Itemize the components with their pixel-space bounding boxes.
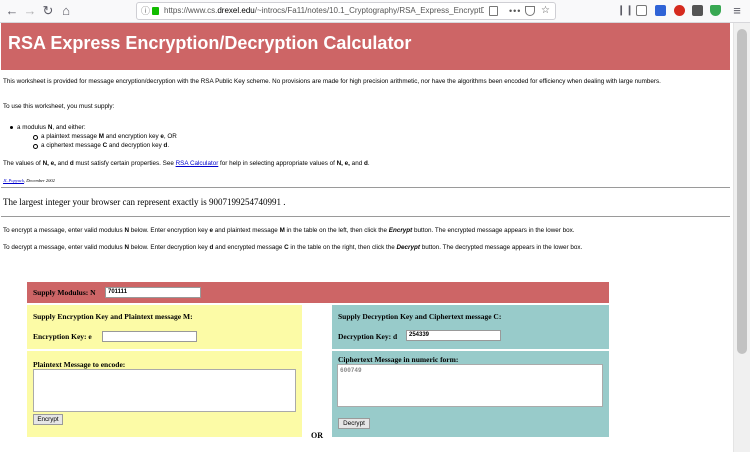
plaintext-textarea[interactable] [33, 369, 296, 412]
modulus-input[interactable]: 701111 [105, 287, 201, 298]
largest-integer-text: The largest integer your browser can rep… [3, 197, 286, 207]
or-label: OR [311, 431, 323, 440]
rsa-calculator-link[interactable]: RSA Calculator [176, 160, 219, 167]
supply-intro: To use this worksheet, you must supply: [3, 103, 115, 110]
ciphertext-label: Ciphertext Message in numeric form: [338, 355, 459, 364]
encrypt-button[interactable]: Encrypt [33, 414, 63, 425]
decrypt-instructions: To decrypt a message, enter valid modulu… [3, 244, 583, 251]
reader-view-icon[interactable] [489, 6, 498, 16]
decrypt-key-panel: Supply Decryption Key and Ciphertext mes… [332, 305, 609, 349]
plaintext-panel: Plaintext Message to encode: Encrypt [27, 351, 302, 437]
reload-icon[interactable]: ↻ [40, 3, 56, 19]
library-icon[interactable]: ❙❙ [617, 3, 634, 19]
extension-dark-icon[interactable] [692, 5, 703, 16]
page-scrollbar[interactable] [733, 23, 750, 452]
intro-text: This worksheet is provided for message e… [3, 78, 661, 85]
back-arrow-icon[interactable]: ← [4, 3, 20, 19]
decryption-key-input[interactable]: 254339 [406, 330, 501, 341]
sidebar-icon[interactable] [636, 5, 647, 16]
extension-shield-icon[interactable] [710, 5, 721, 16]
author-link[interactable]: JL Popyack [3, 178, 24, 183]
decrypt-header: Supply Decryption Key and Ciphertext mes… [338, 312, 502, 321]
page-title: RSA Express Encryption/Decryption Calcul… [1, 23, 730, 70]
url-bar[interactable]: ⓘ https://www.cs.drexel.edu/~introcs/Fa1… [136, 2, 556, 20]
modulus-label: Supply Modulus: N [33, 288, 96, 297]
divider [1, 187, 730, 188]
browser-toolbar: ← → ↻ ⌂ ⓘ https://www.cs.drexel.edu/~int… [0, 0, 750, 23]
encrypt-instructions: To encrypt a message, enter valid modulu… [3, 227, 575, 234]
decrypt-button[interactable]: Decrypt [338, 418, 370, 429]
modulus-row: Supply Modulus: N 701111 [27, 282, 609, 303]
forward-arrow-icon[interactable]: → [22, 3, 38, 19]
extension-red-icon[interactable] [674, 5, 685, 16]
lock-icon [152, 7, 159, 15]
divider [1, 216, 730, 217]
decrypt-key-label: Decryption Key: d [338, 332, 398, 341]
values-text: The values of N, e, and d must satisfy c… [3, 160, 370, 167]
encrypt-key-panel: Supply Encryption Key and Plaintext mess… [27, 305, 302, 349]
home-icon[interactable]: ⌂ [58, 3, 74, 19]
bullet-plaintext: a plaintext message M and encryption key… [33, 133, 177, 140]
url-text[interactable]: https://www.cs.drexel.edu/~introcs/Fa11/… [164, 3, 484, 19]
plaintext-label: Plaintext Message to encode: [33, 360, 126, 369]
menu-icon[interactable]: ≡ [729, 3, 745, 19]
info-icon[interactable]: ⓘ [141, 3, 150, 19]
signature: JL Popyack, December 2002 [3, 178, 55, 183]
ciphertext-textarea[interactable]: 600749 [337, 364, 603, 407]
bookmark-star-icon[interactable]: ☆ [541, 3, 550, 19]
extension-blue-icon[interactable] [655, 5, 666, 16]
encrypt-header: Supply Encryption Key and Plaintext mess… [33, 312, 193, 321]
pocket-icon[interactable] [525, 6, 535, 16]
encryption-key-input[interactable] [102, 331, 197, 342]
page-actions-icon[interactable]: ••• [509, 3, 521, 19]
bullet-ciphertext: a ciphertext message C and decryption ke… [32, 142, 170, 149]
encrypt-key-label: Encryption Key: e [33, 332, 92, 341]
bullet-modulus: a modulus N, and either: [10, 124, 86, 131]
ciphertext-panel: Ciphertext Message in numeric form: 6007… [332, 351, 609, 437]
scrollbar-thumb[interactable] [737, 29, 747, 354]
